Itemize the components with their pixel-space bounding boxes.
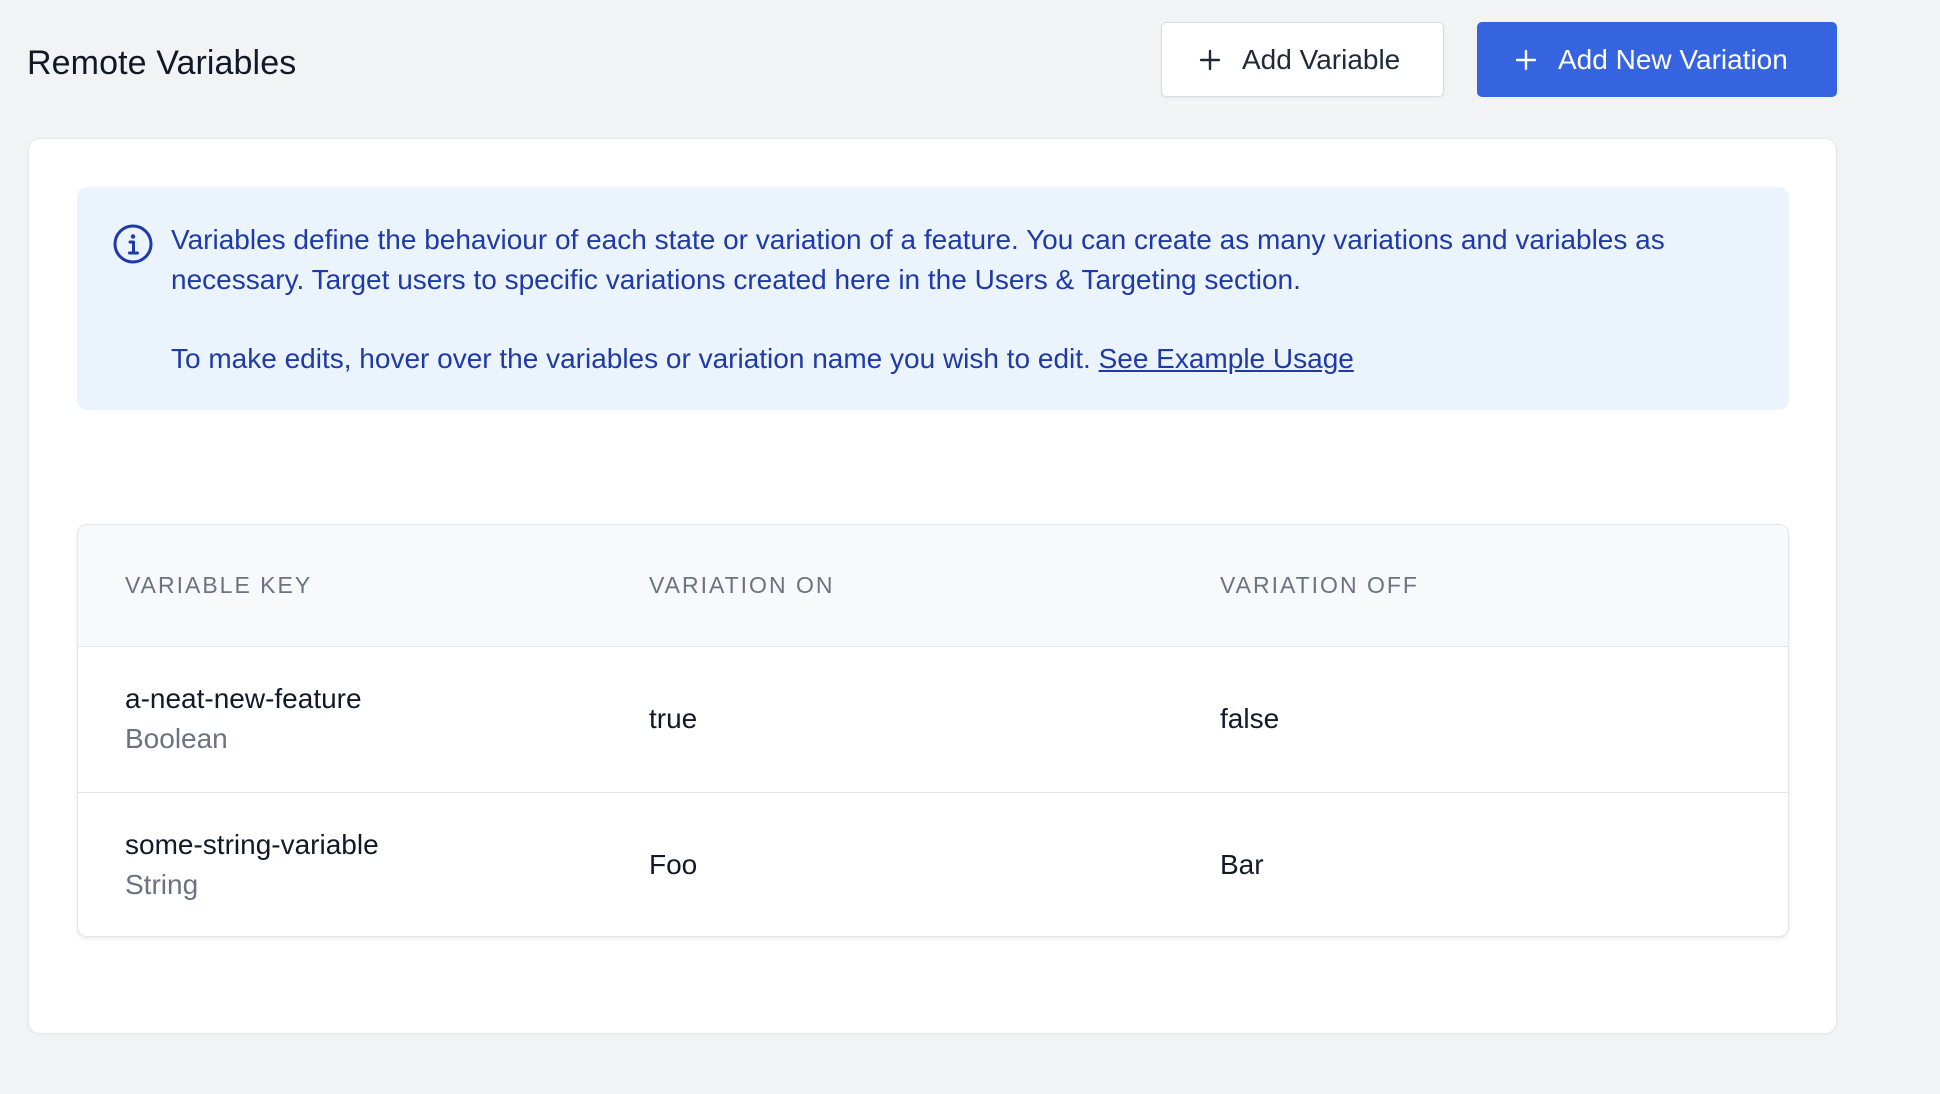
page-title: Remote Variables bbox=[27, 44, 297, 82]
variables-card: Variables define the behaviour of each s… bbox=[28, 138, 1837, 1034]
variable-key[interactable]: a-neat-new-feature bbox=[125, 679, 649, 719]
variable-type: String bbox=[125, 869, 199, 901]
variables-table: VARIABLE KEY VARIATION ON VARIATION OFF … bbox=[77, 524, 1789, 937]
variable-key-cell: some-string-variable String bbox=[78, 792, 649, 936]
see-example-usage-link[interactable]: See Example Usage bbox=[1099, 343, 1354, 374]
variable-type: Boolean bbox=[125, 723, 228, 754]
table-row[interactable]: a-neat-new-feature Boolean true false bbox=[78, 646, 1788, 792]
variation-on-value[interactable]: Foo bbox=[649, 792, 1220, 936]
plus-icon bbox=[1199, 49, 1221, 70]
add-new-variation-button[interactable]: Add New Variation bbox=[1477, 22, 1837, 97]
info-edit-hint-text: To make edits, hover over the variables … bbox=[171, 343, 1091, 374]
variation-off-value[interactable]: false bbox=[1220, 646, 1788, 792]
add-variable-label: Add Variable bbox=[1242, 43, 1401, 75]
add-variable-button[interactable]: Add Variable bbox=[1161, 22, 1444, 97]
table-row[interactable]: some-string-variable String Foo Bar bbox=[78, 792, 1788, 936]
table-header-row: VARIABLE KEY VARIATION ON VARIATION OFF bbox=[78, 525, 1788, 647]
plus-icon bbox=[1515, 49, 1537, 70]
add-new-variation-label: Add New Variation bbox=[1558, 43, 1788, 75]
info-text: Variables define the behaviour of each s… bbox=[171, 224, 1665, 295]
variation-off-value[interactable]: Bar bbox=[1220, 792, 1788, 936]
variation-on-value[interactable]: true bbox=[649, 646, 1220, 792]
column-header-variation-on: VARIATION ON bbox=[649, 525, 1220, 647]
page: Remote Variables Add Variable Add New Va… bbox=[0, 0, 1940, 1094]
column-header-variation-off: VARIATION OFF bbox=[1220, 525, 1788, 647]
info-circle-icon bbox=[113, 224, 153, 264]
column-header-variable-key: VARIABLE KEY bbox=[78, 525, 649, 647]
variable-key-cell: a-neat-new-feature Boolean bbox=[78, 646, 649, 792]
info-banner: Variables define the behaviour of each s… bbox=[77, 187, 1789, 410]
info-edit-hint: To make edits, hover over the variables … bbox=[171, 339, 1354, 379]
variable-key[interactable]: some-string-variable bbox=[125, 825, 649, 865]
